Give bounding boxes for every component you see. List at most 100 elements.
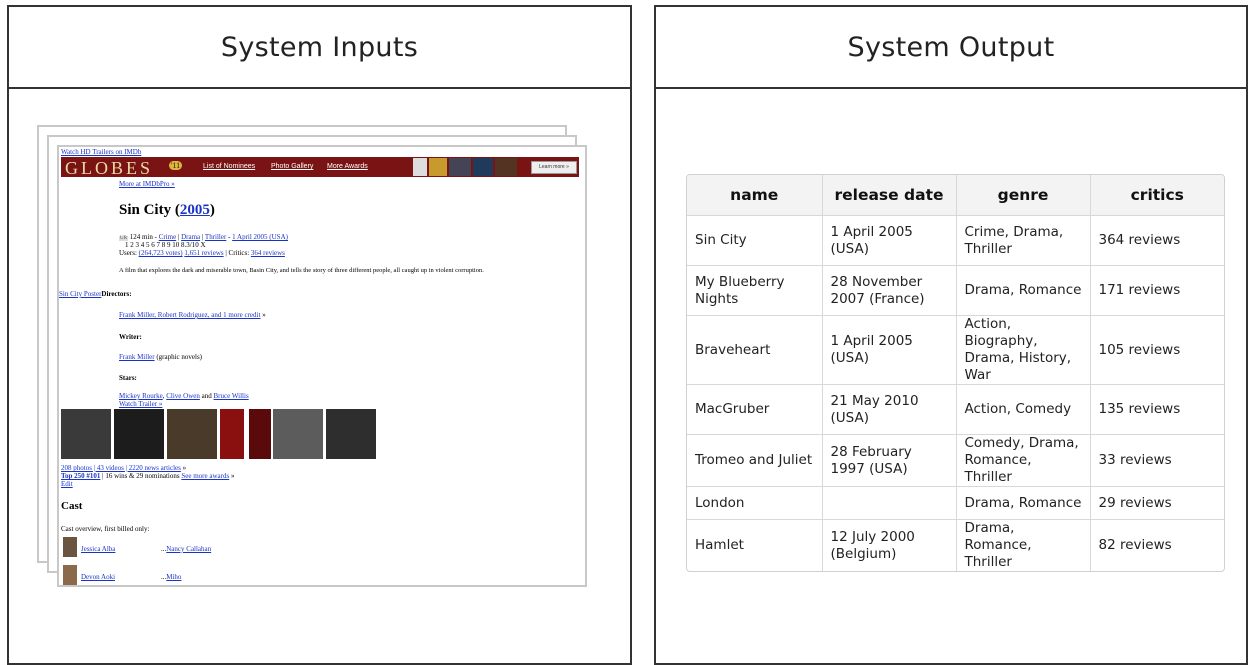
cell-release-date: 1 April 2005 (USA) xyxy=(822,215,957,266)
top250-link[interactable]: Top 250 #101 xyxy=(61,472,100,480)
imdb-webpage-screenshot: Watch HD Trailers on IMDb GLOBES '11 Lis… xyxy=(57,145,587,587)
table-row: Sin City 1 April 2005 (USA) Crime, Drama… xyxy=(687,215,1224,266)
synopsis: A film that explores the dark and misera… xyxy=(119,267,484,274)
watch-trailer-link[interactable]: Watch Trailer » xyxy=(119,400,162,408)
cell-critics: 29 reviews xyxy=(1090,486,1224,520)
imdbpro-link[interactable]: More at IMDbPro » xyxy=(119,180,175,188)
critic-reviews-link[interactable]: 364 reviews xyxy=(251,249,285,257)
gallery-photo[interactable] xyxy=(61,409,111,459)
rating-scale[interactable]: 1 2 3 4 5 6 7 8 9 10 8.3/10 X xyxy=(125,241,206,249)
star-link[interactable]: Bruce Willis xyxy=(214,392,249,400)
cell-critics: 171 reviews xyxy=(1090,265,1224,316)
movie-year-link[interactable]: 2005 xyxy=(180,202,210,218)
stars-label: Stars: xyxy=(119,374,137,382)
learn-more-button[interactable]: Learn more » xyxy=(531,161,577,174)
table-row: Tromeo and Juliet 28 February 1997 (USA)… xyxy=(687,434,1224,487)
votes-link[interactable]: (264,723 votes) xyxy=(139,249,183,257)
cell-release-date: 28 November 2007 (France) xyxy=(822,265,957,316)
table-row: MacGruber 21 May 2010 (USA) Action, Come… xyxy=(687,384,1224,435)
edit-link[interactable]: Edit xyxy=(61,480,73,488)
genre-link[interactable]: Drama xyxy=(181,233,200,241)
awards-line: Top 250 #101 | 16 wins & 29 nominations … xyxy=(61,472,235,480)
gallery-photo[interactable] xyxy=(167,409,217,459)
cell-release-date: 21 May 2010 (USA) xyxy=(822,384,957,435)
runtime: 124 min xyxy=(129,233,153,241)
golden-globes-banner[interactable]: GLOBES '11 List of Nominees Photo Galler… xyxy=(61,157,579,177)
cell-critics: 82 reviews xyxy=(1098,537,1172,553)
cell-release-date xyxy=(822,486,957,520)
cast-photo[interactable] xyxy=(63,537,77,557)
watch-trailers-link[interactable]: Watch HD Trailers on IMDb xyxy=(61,148,141,156)
cast-actor-link[interactable]: Jessica Alba xyxy=(81,545,115,553)
banner-thumb xyxy=(449,158,471,176)
cell-genre: Action, Biography, Drama, History, War xyxy=(956,315,1091,385)
table-row: Hamlet 12 July 2000 (Belgium) Drama, Rom… xyxy=(687,519,1224,571)
output-table: name release date genre critics Sin City… xyxy=(687,175,1224,571)
cell-critics: 105 reviews xyxy=(1090,315,1224,385)
cell-critics: 33 reviews xyxy=(1090,434,1224,487)
system-output-title: System Output xyxy=(656,7,1246,89)
cell-name: MacGruber xyxy=(687,384,823,435)
writer-link[interactable]: Frank Miller xyxy=(119,353,155,361)
banner-link-nominees[interactable]: List of Nominees xyxy=(203,163,255,170)
gallery-photo[interactable] xyxy=(249,409,271,459)
column-header-critics: critics xyxy=(1090,175,1224,216)
genre-link[interactable]: Crime xyxy=(159,233,177,241)
cast-role-link[interactable]: Miho xyxy=(166,573,181,581)
cast-role-link[interactable]: Nancy Callahan xyxy=(166,545,211,553)
globes-logo: GLOBES xyxy=(65,158,154,177)
cast-role: ...Nancy Callahan xyxy=(161,545,212,553)
writer-label: Writer: xyxy=(119,333,142,341)
media-links[interactable]: 208 photos | 43 videos | 2220 news artic… xyxy=(61,464,181,472)
output-table-card: name release date genre critics Sin City… xyxy=(686,174,1225,572)
gallery-photo[interactable] xyxy=(220,409,244,459)
column-header-name: name xyxy=(687,175,823,216)
star-link[interactable]: Clive Owen xyxy=(166,392,200,400)
cell-critics: 135 reviews xyxy=(1090,384,1224,435)
poster-image-link[interactable]: Sin City PosterDirectors: xyxy=(59,290,132,298)
directors-label: Directors: xyxy=(101,290,132,298)
cast-heading: Cast xyxy=(61,500,83,512)
star-link[interactable]: Mickey Rourke xyxy=(119,392,163,400)
table-row: London Drama, Romance 29 reviews xyxy=(687,486,1224,520)
cell-genre: Drama, Romance xyxy=(956,265,1091,316)
directors-links[interactable]: Frank Miller, Robert Rodriguez, and 1 mo… xyxy=(119,311,260,319)
movie-meta-line: UR 124 min - Crime | Drama | Thriller - … xyxy=(119,233,288,241)
cell-critics: 364 reviews xyxy=(1090,215,1224,266)
gallery-photo[interactable] xyxy=(114,409,164,459)
banner-link-gallery[interactable]: Photo Gallery xyxy=(271,163,313,170)
writer-line: Frank Miller (graphic novels) xyxy=(119,353,203,361)
cell-genre: Action, Comedy xyxy=(956,384,1091,435)
see-more-awards-link[interactable]: See more awards xyxy=(181,472,229,480)
user-critic-line: Users: (264,723 votes) 1,651 reviews | C… xyxy=(119,249,285,257)
cast-photo[interactable] xyxy=(63,565,77,585)
movie-title: Sin City (2005) xyxy=(119,202,215,218)
cell-name: Braveheart xyxy=(687,315,823,385)
cast-overview: Cast overview, first billed only: xyxy=(61,525,150,533)
column-header-release-date: release date xyxy=(822,175,957,216)
cell-name: London xyxy=(687,486,823,520)
cast-role: ...Miho xyxy=(161,573,182,581)
banner-thumb xyxy=(495,158,517,176)
table-header-row: name release date genre critics xyxy=(687,175,1224,216)
banner-thumb xyxy=(413,158,427,176)
banner-link-awards[interactable]: More Awards xyxy=(327,163,368,170)
cell-name: My Blueberry Nights xyxy=(687,265,823,316)
release-date-link[interactable]: 1 April 2005 (USA) xyxy=(232,233,288,241)
stars-line: Mickey Rourke, Clive Owen and Bruce Will… xyxy=(119,392,249,400)
banner-thumb xyxy=(473,158,493,176)
banner-thumb xyxy=(429,158,447,176)
cast-actor-link[interactable]: Devon Aoki xyxy=(81,573,115,581)
cell-release-date: 28 February 1997 (USA) xyxy=(822,434,957,487)
globes-badge: '11 xyxy=(169,161,183,170)
gallery-photo[interactable] xyxy=(326,409,376,459)
table-row: My Blueberry Nights 28 November 2007 (Fr… xyxy=(687,265,1224,316)
table-row: Braveheart 1 April 2005 (USA) Action, Bi… xyxy=(687,315,1224,385)
genre-link[interactable]: Thriller xyxy=(205,233,226,241)
cell-genre: Crime, Drama, Thriller xyxy=(956,215,1091,266)
user-reviews-link[interactable]: 1,651 reviews xyxy=(184,249,223,257)
cell-name: Hamlet xyxy=(687,519,823,571)
media-links-line: 208 photos | 43 videos | 2220 news artic… xyxy=(61,464,187,472)
gallery-photo[interactable] xyxy=(273,409,323,459)
cell-genre: Drama, Romance, Thriller xyxy=(956,519,1091,571)
